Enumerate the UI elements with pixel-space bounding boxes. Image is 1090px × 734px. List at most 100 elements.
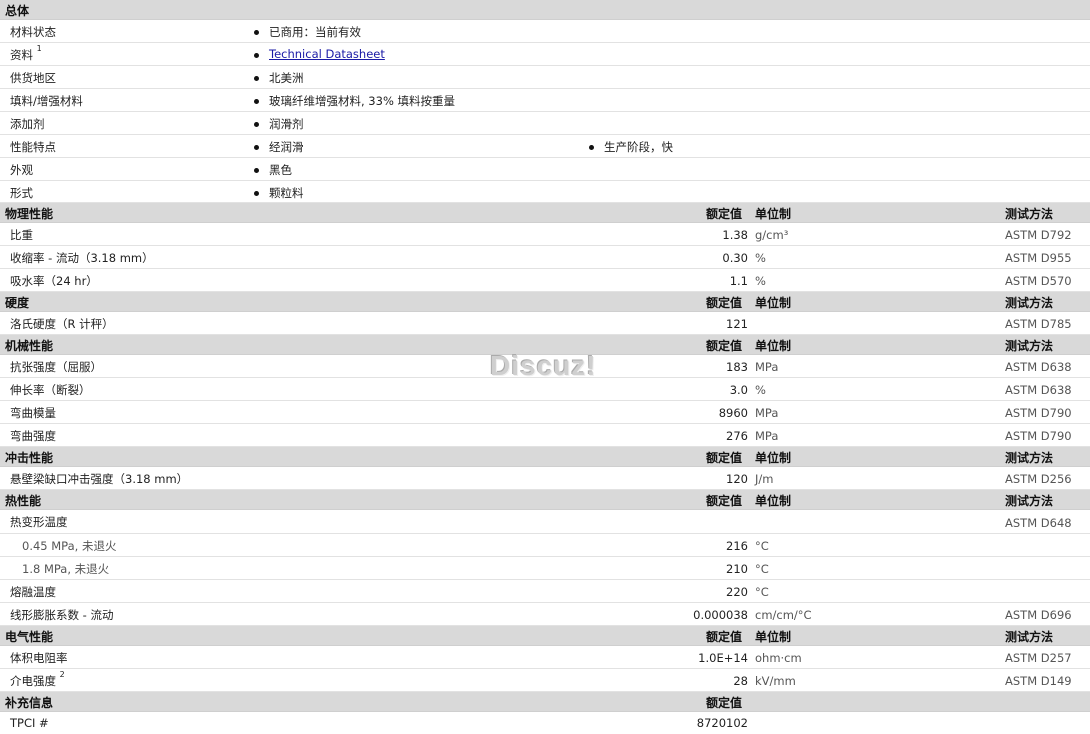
property-row: 比重 1.38 g/cm³ ASTM D792 xyxy=(0,223,1090,246)
property-label: 材料状态 xyxy=(10,25,56,39)
property-row-status: 材料状态 已商用：当前有效 xyxy=(0,20,1090,43)
bullet-icon xyxy=(254,99,259,104)
test-method: ASTM D257 xyxy=(1005,651,1072,665)
unit: °C xyxy=(755,585,769,599)
property-value: 北美洲 xyxy=(269,71,304,85)
section-title: 总体 xyxy=(5,4,30,18)
column-header-method: 测试方法 xyxy=(1005,296,1054,310)
property-label: 1.8 MPa, 未退火 xyxy=(22,562,110,576)
column-header-nominal: 额定值 xyxy=(706,630,743,644)
property-row-hdt-18: 1.8 MPa, 未退火 210 °C xyxy=(0,557,1090,580)
property-label: TPCI # xyxy=(10,716,49,730)
nominal-value: 216 xyxy=(726,539,748,553)
property-label: 抗张强度（屈服） xyxy=(10,360,102,374)
test-method: ASTM D149 xyxy=(1005,674,1072,688)
property-row: 弯曲模量 8960 MPa ASTM D790 xyxy=(0,401,1090,424)
nominal-value: 8960 xyxy=(718,406,748,420)
section-header-thermal: 热性能 额定值 单位制 测试方法 xyxy=(0,490,1090,510)
nominal-value: 8720102 xyxy=(696,716,748,730)
column-header-nominal: 额定值 xyxy=(706,451,743,465)
bullet-icon xyxy=(254,30,259,35)
property-row-melt: 熔融温度 220 °C xyxy=(0,580,1090,603)
nominal-value: 0.000038 xyxy=(693,608,748,622)
section-title: 物理性能 xyxy=(5,207,54,221)
bullet-icon xyxy=(254,53,259,58)
section-title: 补充信息 xyxy=(5,696,54,710)
property-label: 弯曲强度 xyxy=(10,429,56,443)
bullet-icon xyxy=(254,191,259,196)
section-header-general: 总体 xyxy=(0,0,1090,20)
bullet-icon xyxy=(254,168,259,173)
footnote-marker: 1 xyxy=(36,44,42,53)
property-row-features: 性能特点 经润滑 生产阶段，快 xyxy=(0,135,1090,158)
section-header-physical: 物理性能 额定值 单位制 测试方法 xyxy=(0,203,1090,223)
property-row-region: 供货地区 北美洲 xyxy=(0,66,1090,89)
property-value: 润滑剂 xyxy=(269,117,304,131)
test-method: ASTM D955 xyxy=(1005,251,1072,265)
property-row-additive: 添加剂 润滑剂 xyxy=(0,112,1090,135)
property-row-filler: 填料/增强材料 玻璃纤维增强材料, 33% 填料按重量 xyxy=(0,89,1090,112)
bullet-icon xyxy=(589,145,594,150)
property-label: 添加剂 xyxy=(10,117,45,131)
column-header-nominal: 额定值 xyxy=(706,494,743,508)
test-method: ASTM D696 xyxy=(1005,608,1072,622)
property-row-tpci: TPCI # 8720102 xyxy=(0,712,1090,734)
column-header-nominal: 额定值 xyxy=(706,696,743,710)
nominal-value: 1.38 xyxy=(722,228,748,242)
unit: °C xyxy=(755,562,769,576)
unit: % xyxy=(755,274,766,288)
test-method: ASTM D256 xyxy=(1005,472,1072,486)
unit: % xyxy=(755,383,766,397)
column-header-unit: 单位制 xyxy=(755,494,792,508)
property-label: 性能特点 xyxy=(10,140,56,154)
column-header-unit: 单位制 xyxy=(755,339,792,353)
property-value: 颗粒料 xyxy=(269,186,304,200)
property-row: 洛氏硬度（R 计秤） 121 ASTM D785 xyxy=(0,312,1090,335)
column-header-unit: 单位制 xyxy=(755,296,792,310)
property-label: 外观 xyxy=(10,163,33,177)
property-value: 黑色 xyxy=(269,163,292,177)
unit: % xyxy=(755,251,766,265)
test-method: ASTM D570 xyxy=(1005,274,1072,288)
section-title: 硬度 xyxy=(5,296,30,310)
bullet-icon xyxy=(254,76,259,81)
unit: MPa xyxy=(755,406,779,420)
column-header-nominal: 额定值 xyxy=(706,207,743,221)
property-label: 比重 xyxy=(10,228,33,242)
property-row-docs: 资料 1 Technical Datasheet xyxy=(0,43,1090,66)
unit: °C xyxy=(755,539,769,553)
property-row: 体积电阻率 1.0E+14 ohm·cm ASTM D257 xyxy=(0,646,1090,669)
test-method: ASTM D638 xyxy=(1005,383,1072,397)
unit: g/cm³ xyxy=(755,228,789,242)
unit: MPa xyxy=(755,360,779,374)
property-label: 供货地区 xyxy=(10,71,56,85)
property-label: 线形膨胀系数 - 流动 xyxy=(10,608,114,622)
nominal-value: 3.0 xyxy=(729,383,748,397)
nominal-value: 276 xyxy=(726,429,748,443)
property-value: 已商用：当前有效 xyxy=(269,25,361,39)
section-header-electrical: 电气性能 额定值 单位制 测试方法 xyxy=(0,626,1090,646)
property-row-form: 形式 颗粒料 xyxy=(0,181,1090,203)
column-header-nominal: 额定值 xyxy=(706,296,743,310)
unit: ohm·cm xyxy=(755,651,802,665)
property-value: 生产阶段，快 xyxy=(604,140,673,154)
column-header-method: 测试方法 xyxy=(1005,630,1054,644)
test-method: ASTM D792 xyxy=(1005,228,1072,242)
property-label: 填料/增强材料 xyxy=(10,94,83,108)
column-header-unit: 单位制 xyxy=(755,207,792,221)
column-header-method: 测试方法 xyxy=(1005,494,1054,508)
nominal-value: 121 xyxy=(726,317,748,331)
property-value: 玻璃纤维增强材料, 33% 填料按重量 xyxy=(269,94,456,108)
property-label: 吸水率（24 hr） xyxy=(10,274,98,288)
nominal-value: 1.1 xyxy=(729,274,748,288)
property-row-hdt: 热变形温度 ASTM D648 xyxy=(0,510,1090,534)
technical-datasheet-link[interactable]: Technical Datasheet xyxy=(269,47,385,61)
bullet-icon xyxy=(254,145,259,150)
property-value: 经润滑 xyxy=(269,140,304,154)
property-label: 收缩率 - 流动（3.18 mm） xyxy=(10,251,154,265)
property-label: 热变形温度 xyxy=(10,515,68,529)
section-header-hardness: 硬度 额定值 单位制 测试方法 xyxy=(0,292,1090,312)
test-method: ASTM D790 xyxy=(1005,406,1072,420)
property-label: 资料 1 xyxy=(10,44,42,62)
nominal-value: 120 xyxy=(726,472,748,486)
